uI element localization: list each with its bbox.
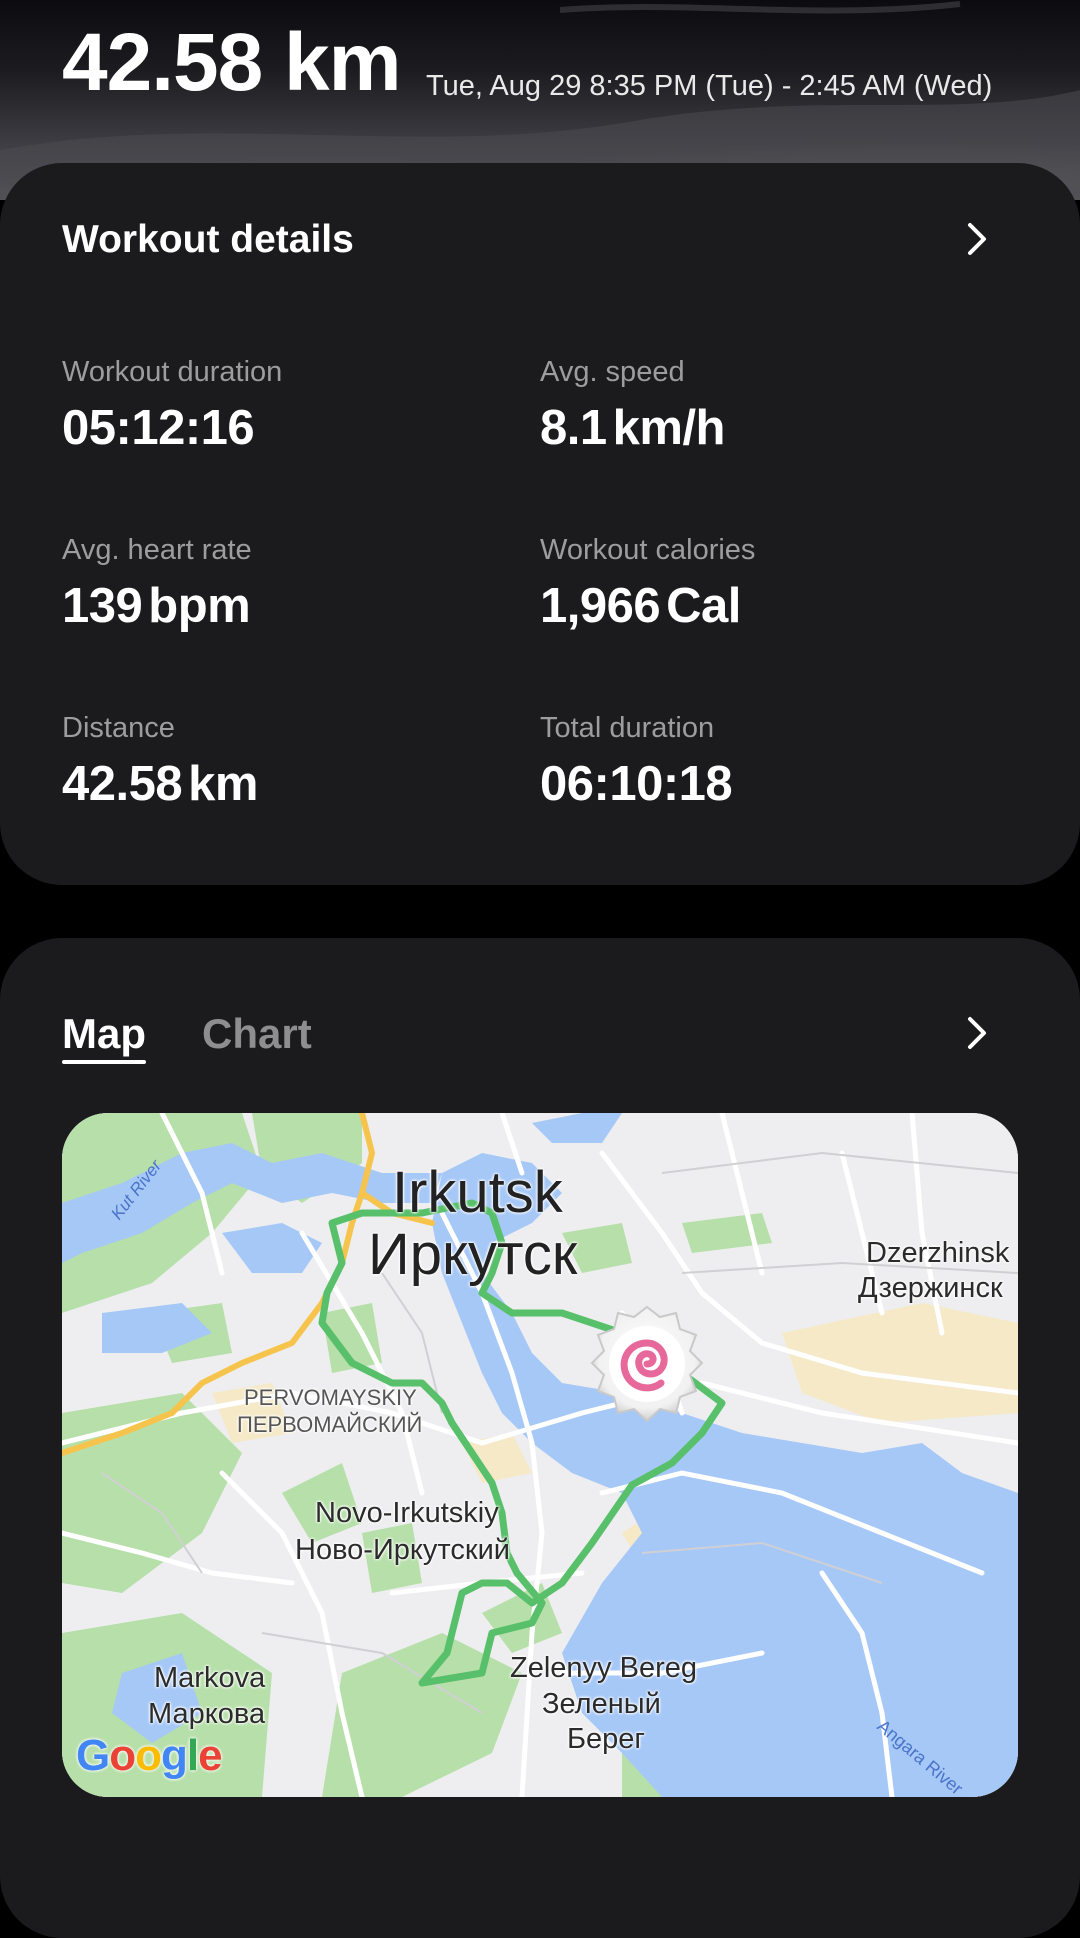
stat-label-total-duration: Total duration <box>540 712 715 744</box>
map-label-zelenyy-bereg-cyrillic-1: Зеленый <box>542 1688 661 1720</box>
map-label-dzerzhinsk-cyrillic: Дзержинск <box>858 1272 1003 1304</box>
stat-value-avg-heart-rate: 139 bpm <box>62 579 251 633</box>
tab-map-underline <box>62 1060 146 1064</box>
map-chevron-icon[interactable] <box>956 1013 996 1053</box>
map-label-dzerzhinsk-latin: Dzerzhinsk <box>866 1237 1010 1269</box>
map-location-pin-icon[interactable] <box>582 1303 712 1433</box>
map-label-pervomayskiy-latin: PERVOMAYSKIY <box>244 1385 417 1410</box>
stat-value-workout-calories: 1,966 Cal <box>540 579 741 633</box>
stat-label-avg-heart-rate: Avg. heart rate <box>62 534 252 566</box>
stat-value-distance: 42.58 km <box>62 757 258 811</box>
stat-label-workout-duration: Workout duration <box>62 356 283 388</box>
route-map[interactable]: Irkutsk Иркутск Dzerzhinsk Дзержинск PER… <box>62 1113 1018 1797</box>
map-label-markova-latin: Markova <box>154 1662 266 1694</box>
tab-chart[interactable]: Chart <box>202 1010 312 1058</box>
map-label-zelenyy-bereg-cyrillic-2: Берег <box>567 1723 645 1755</box>
tab-map[interactable]: Map <box>62 1010 146 1058</box>
stat-label-workout-calories: Workout calories <box>540 534 756 566</box>
map-label-markova-cyrillic: Маркова <box>148 1698 266 1730</box>
stat-label-avg-speed: Avg. speed <box>540 356 685 388</box>
workout-details-title: Workout details <box>62 218 354 261</box>
map-label-zelenyy-bereg-latin: Zelenyy Bereg <box>510 1652 697 1684</box>
stat-value-avg-speed: 8.1 km/h <box>540 401 726 455</box>
map-label-pervomayskiy-cyrillic: ПЕРВОМАЙСКИЙ <box>237 1412 423 1437</box>
hero-distance: 42.58 km <box>62 17 401 108</box>
stat-label-distance: Distance <box>62 712 175 744</box>
hero-date-range: Tue, Aug 29 8:35 PM (Tue) - 2:45 AM (Wed… <box>426 70 993 102</box>
map-label-novo-irkutskiy-latin: Novo-Irkutskiy <box>315 1497 499 1529</box>
workout-details-chevron-icon[interactable] <box>956 219 996 259</box>
stat-value-total-duration: 06:10:18 <box>540 757 733 811</box>
google-attribution-logo: Google <box>76 1731 223 1780</box>
stat-value-workout-duration: 05:12:16 <box>62 401 255 455</box>
map-label-novo-irkutskiy-cyrillic: Ново-Иркутский <box>295 1534 510 1566</box>
map-label-irkutsk-cyrillic: Иркутск <box>368 1222 578 1287</box>
map-label-irkutsk-latin: Irkutsk <box>392 1160 563 1225</box>
